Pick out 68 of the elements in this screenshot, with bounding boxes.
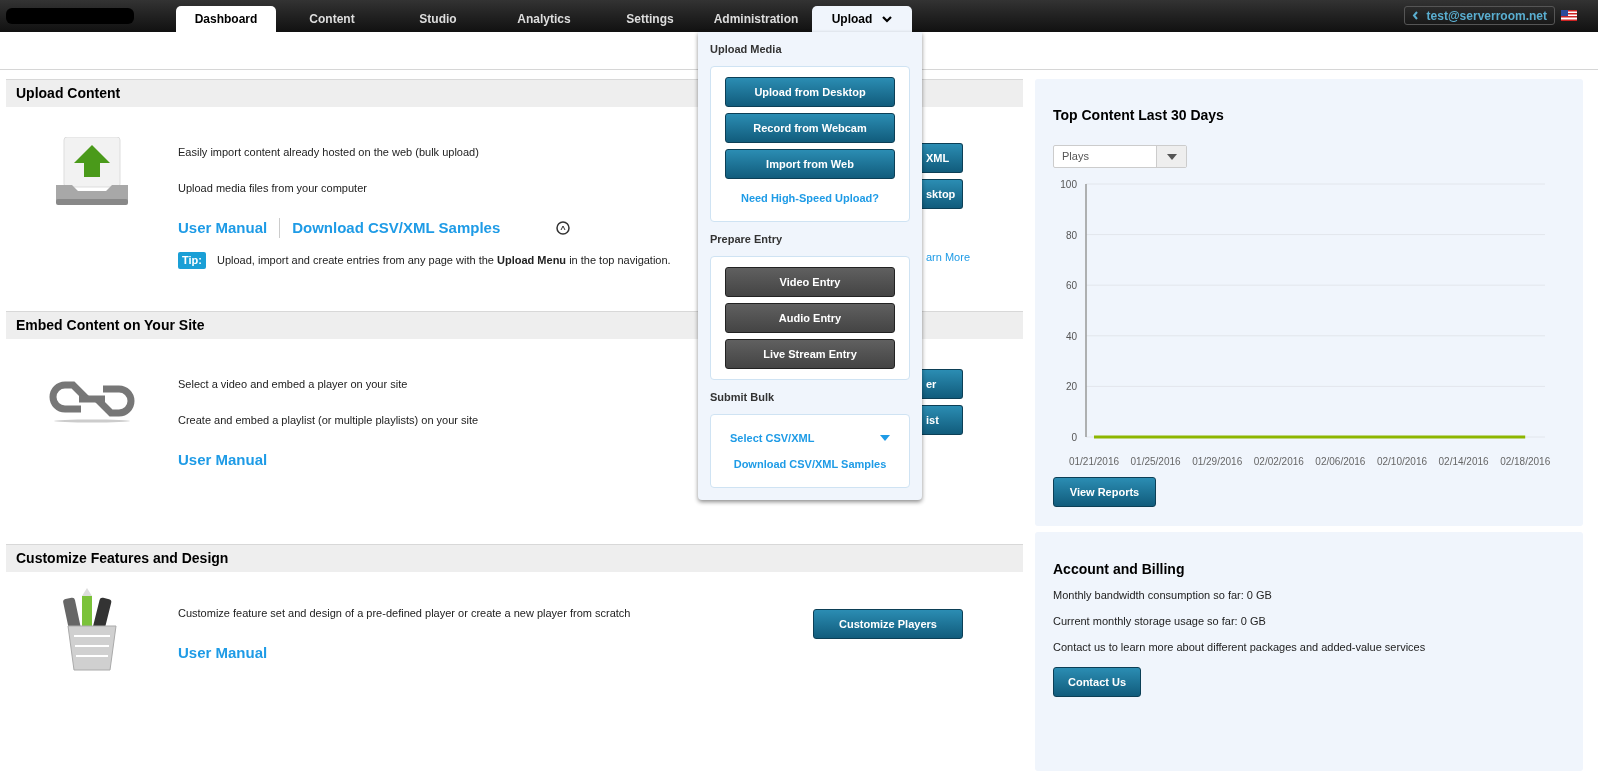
billing-text: Current monthly storage usage so far: 0 GB: [1053, 614, 1266, 628]
account-button[interactable]: test@serverroom.net: [1403, 6, 1555, 25]
nav-tab[interactable]: Content: [282, 6, 382, 32]
menu-button[interactable]: Import from Web: [725, 149, 895, 179]
nav-tab[interactable]: Settings: [600, 6, 700, 32]
menu-heading: Prepare Entry: [710, 233, 784, 246]
chevron-down-icon: [882, 15, 893, 23]
action-button[interactable]: sktop: [919, 179, 963, 209]
description-text: Customize feature set and design of a pre-defined player or create a new player from scratch: [178, 606, 631, 620]
menu-button[interactable]: Upload from Desktop: [725, 77, 895, 107]
chevron-left-icon: [1411, 11, 1419, 20]
menu-heading: Submit Bulk: [710, 391, 776, 404]
menu-link[interactable]: Download CSV/XML Samples: [733, 457, 887, 471]
axis-tick-label: 100: [1060, 179, 1077, 190]
description-text: Upload media files from your computer: [178, 181, 367, 195]
menu-heading: Upload Media: [710, 43, 783, 56]
axis-date-label: 02/18/2016: [1500, 456, 1551, 467]
axis-tick-label: 20: [1065, 381, 1077, 393]
link[interactable]: User Manual: [178, 642, 268, 665]
menu-button[interactable]: Live Stream Entry: [725, 339, 895, 369]
nav-tab[interactable]: Analytics: [494, 6, 594, 32]
section-title: Upload Content: [16, 84, 121, 103]
menu-link[interactable]: Need High-Speed Upload?: [740, 191, 880, 205]
axis-tick-label: 0: [1071, 432, 1077, 443]
axis-date-label: 01/21/2016: [1068, 456, 1120, 467]
nav-tab[interactable]: Studio: [388, 6, 488, 32]
axis-date-label: 02/14/2016: [1438, 456, 1489, 467]
link[interactable]: User Manual: [178, 217, 268, 240]
tip-text: Upload, import and create entries from any page with the Upload Menu in the top navigation.: [216, 252, 671, 268]
menu-button[interactable]: Video Entry: [725, 267, 895, 297]
billing-text: Contact us to learn more about different packages and added-value services: [1053, 640, 1426, 654]
billing-text: Monthly bandwidth consumption so far: 0 GB: [1053, 588, 1272, 602]
busy-cursor-icon: [556, 221, 571, 236]
description-text: Select a video and embed a player on your site: [178, 377, 408, 391]
axis-tick-label: 80: [1065, 229, 1077, 241]
flag-icon[interactable]: [1561, 10, 1577, 21]
axis-tick-label: 40: [1065, 330, 1077, 342]
menu-button[interactable]: Record from Webcam: [725, 113, 895, 143]
axis-date-label: 02/06/2016: [1315, 456, 1366, 467]
learn-more-link[interactable]: arn More: [919, 249, 973, 266]
view-reports-button[interactable]: View Reports: [1053, 477, 1156, 507]
dropdown-arrow-icon: [1166, 153, 1177, 160]
panel-title: Top Content Last 30 Days: [1053, 106, 1224, 125]
description-text: Easily import content already hosted on the web (bulk upload): [178, 145, 479, 159]
action-button[interactable]: ist: [919, 405, 963, 435]
section-title: Customize Features and Design: [16, 549, 229, 568]
menu-button[interactable]: Audio Entry: [725, 303, 895, 333]
description-text: Create and embed a playlist (or multiple playlists) on your site: [178, 413, 479, 427]
link[interactable]: User Manual: [178, 449, 268, 472]
action-button[interactable]: Customize Players: [813, 609, 963, 639]
action-button[interactable]: XML: [919, 143, 963, 173]
contact-us-button[interactable]: Contact Us: [1053, 667, 1141, 697]
dropdown-arrow-icon: [880, 435, 890, 441]
action-button[interactable]: er: [919, 369, 963, 399]
axis-date-label: 01/25/2016: [1130, 456, 1181, 467]
tip-badge: Tip:: [178, 251, 206, 269]
csv-select[interactable]: Select CSV/XML: [725, 425, 895, 445]
nav-tab[interactable]: Dashboard: [176, 6, 276, 32]
section-title: Embed Content on Your Site: [16, 316, 205, 335]
nav-tab[interactable]: Administration: [706, 6, 806, 32]
panel-title: Account and Billing: [1053, 560, 1185, 579]
metric-select[interactable]: Plays: [1053, 145, 1187, 168]
axis-date-label: 02/10/2016: [1376, 456, 1428, 467]
axis-tick-label: 60: [1065, 280, 1077, 292]
link[interactable]: Download CSV/XML Samples: [292, 217, 501, 240]
nav-tab[interactable]: Upload: [812, 6, 912, 32]
axis-date-label: 02/02/2016: [1253, 456, 1304, 467]
axis-date-label: 01/29/2016: [1192, 456, 1243, 467]
